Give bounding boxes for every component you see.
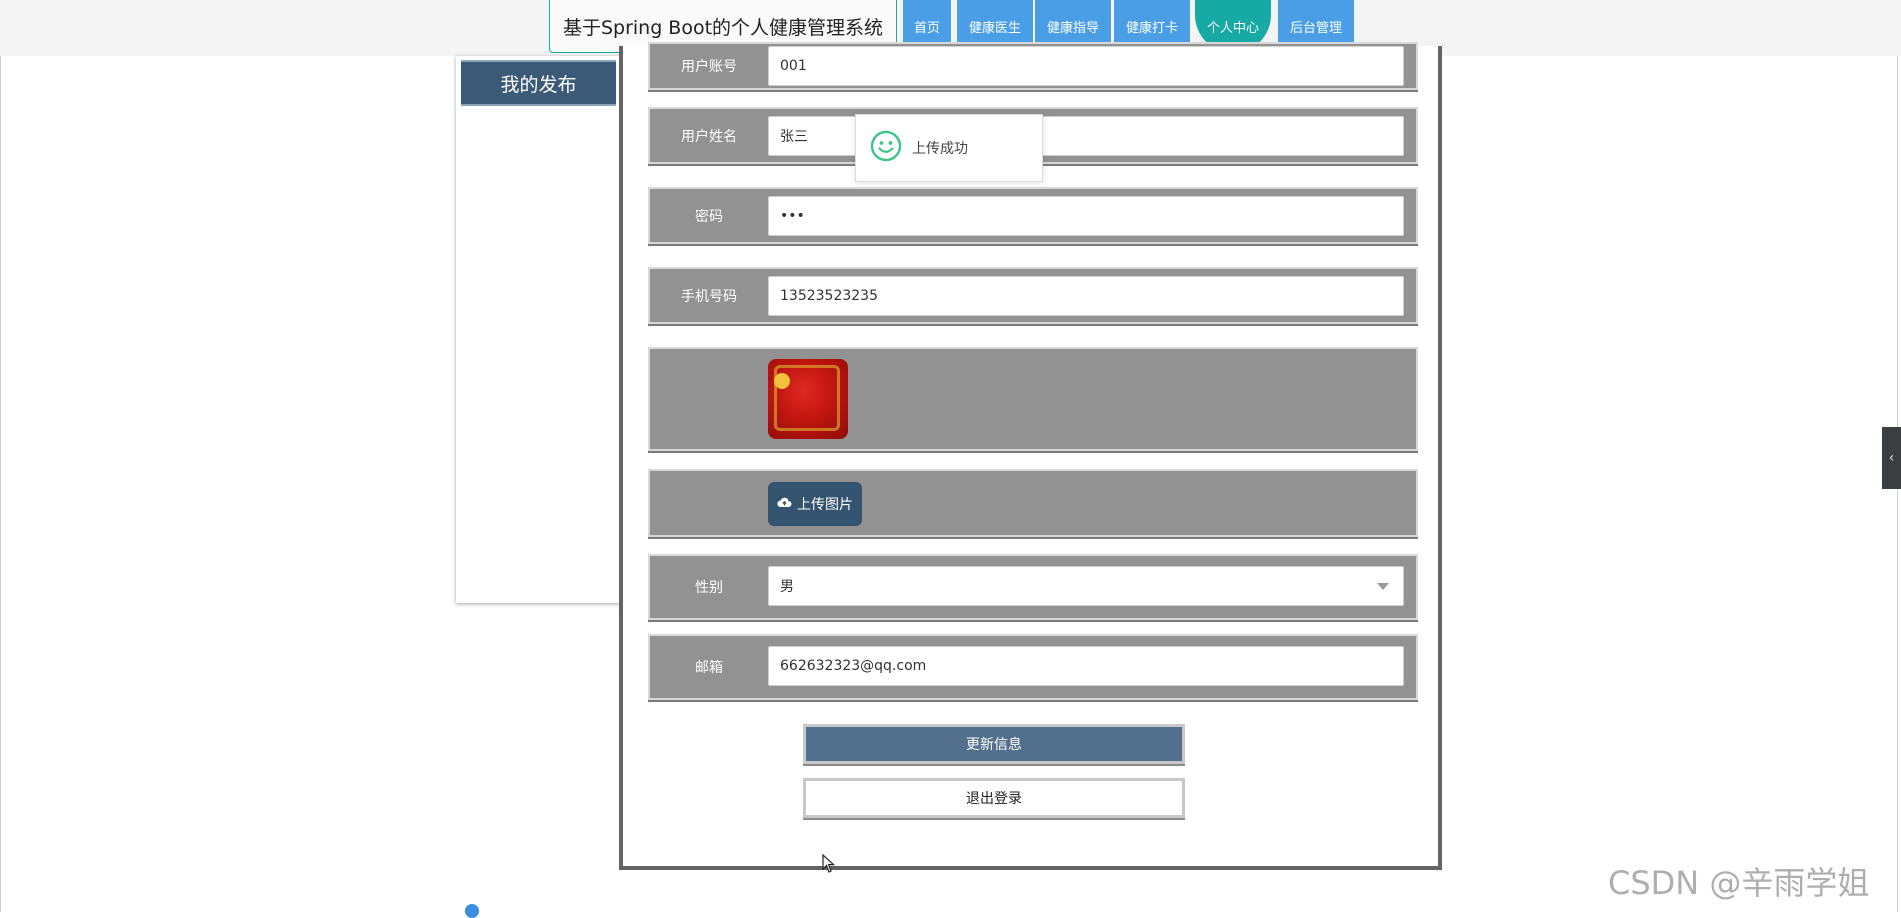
gender-select[interactable]: 男 (768, 566, 1404, 606)
floating-indicator-dot (465, 904, 479, 918)
sidebar-item-my-posts[interactable]: 我的发布 (461, 60, 616, 106)
gender-row: 性别 男 (648, 554, 1418, 620)
update-info-button[interactable]: 更新信息 (803, 724, 1185, 764)
watermark: CSDN @辛雨学姐 (1608, 864, 1870, 902)
gender-value: 男 (780, 579, 794, 595)
email-label: 邮箱 (695, 660, 723, 676)
account-input[interactable]: 001 (768, 46, 1404, 86)
phone-row: 手机号码 13523523235 (648, 267, 1418, 324)
gender-label: 性别 (695, 580, 723, 596)
password-input[interactable]: ••• (768, 196, 1404, 236)
upload-row: 上传图片 (648, 469, 1418, 537)
mouse-cursor-icon (822, 853, 836, 878)
toast-message: 上传成功 (912, 141, 968, 157)
upload-success-toast: 上传成功 (855, 114, 1043, 182)
cloud-upload-icon (777, 496, 792, 512)
avatar-row (648, 347, 1418, 451)
account-row: 用户账号 001 (648, 42, 1418, 90)
phone-input[interactable]: 13523523235 (768, 276, 1404, 316)
upload-image-button[interactable]: 上传图片 (768, 482, 862, 526)
chevron-down-icon (1377, 583, 1389, 590)
side-panel-toggle[interactable]: ‹ (1882, 427, 1901, 489)
page-left-border (0, 0, 1, 912)
smile-icon (870, 130, 902, 166)
emblem-icon (774, 373, 790, 389)
phone-label: 手机号码 (681, 288, 737, 305)
upload-image-label: 上传图片 (797, 497, 853, 513)
email-row: 邮箱 662632323@qq.com (648, 634, 1418, 700)
chevron-left-icon: ‹ (1888, 450, 1895, 466)
password-row: 密码 ••• (648, 187, 1418, 244)
sidebar: 我的发布 (456, 56, 621, 603)
name-label: 用户姓名 (681, 128, 737, 145)
password-label: 密码 (695, 208, 723, 225)
logout-button[interactable]: 退出登录 (803, 778, 1185, 818)
avatar-image[interactable] (768, 359, 848, 439)
account-label: 用户账号 (681, 59, 737, 75)
email-input[interactable]: 662632323@qq.com (768, 646, 1404, 686)
